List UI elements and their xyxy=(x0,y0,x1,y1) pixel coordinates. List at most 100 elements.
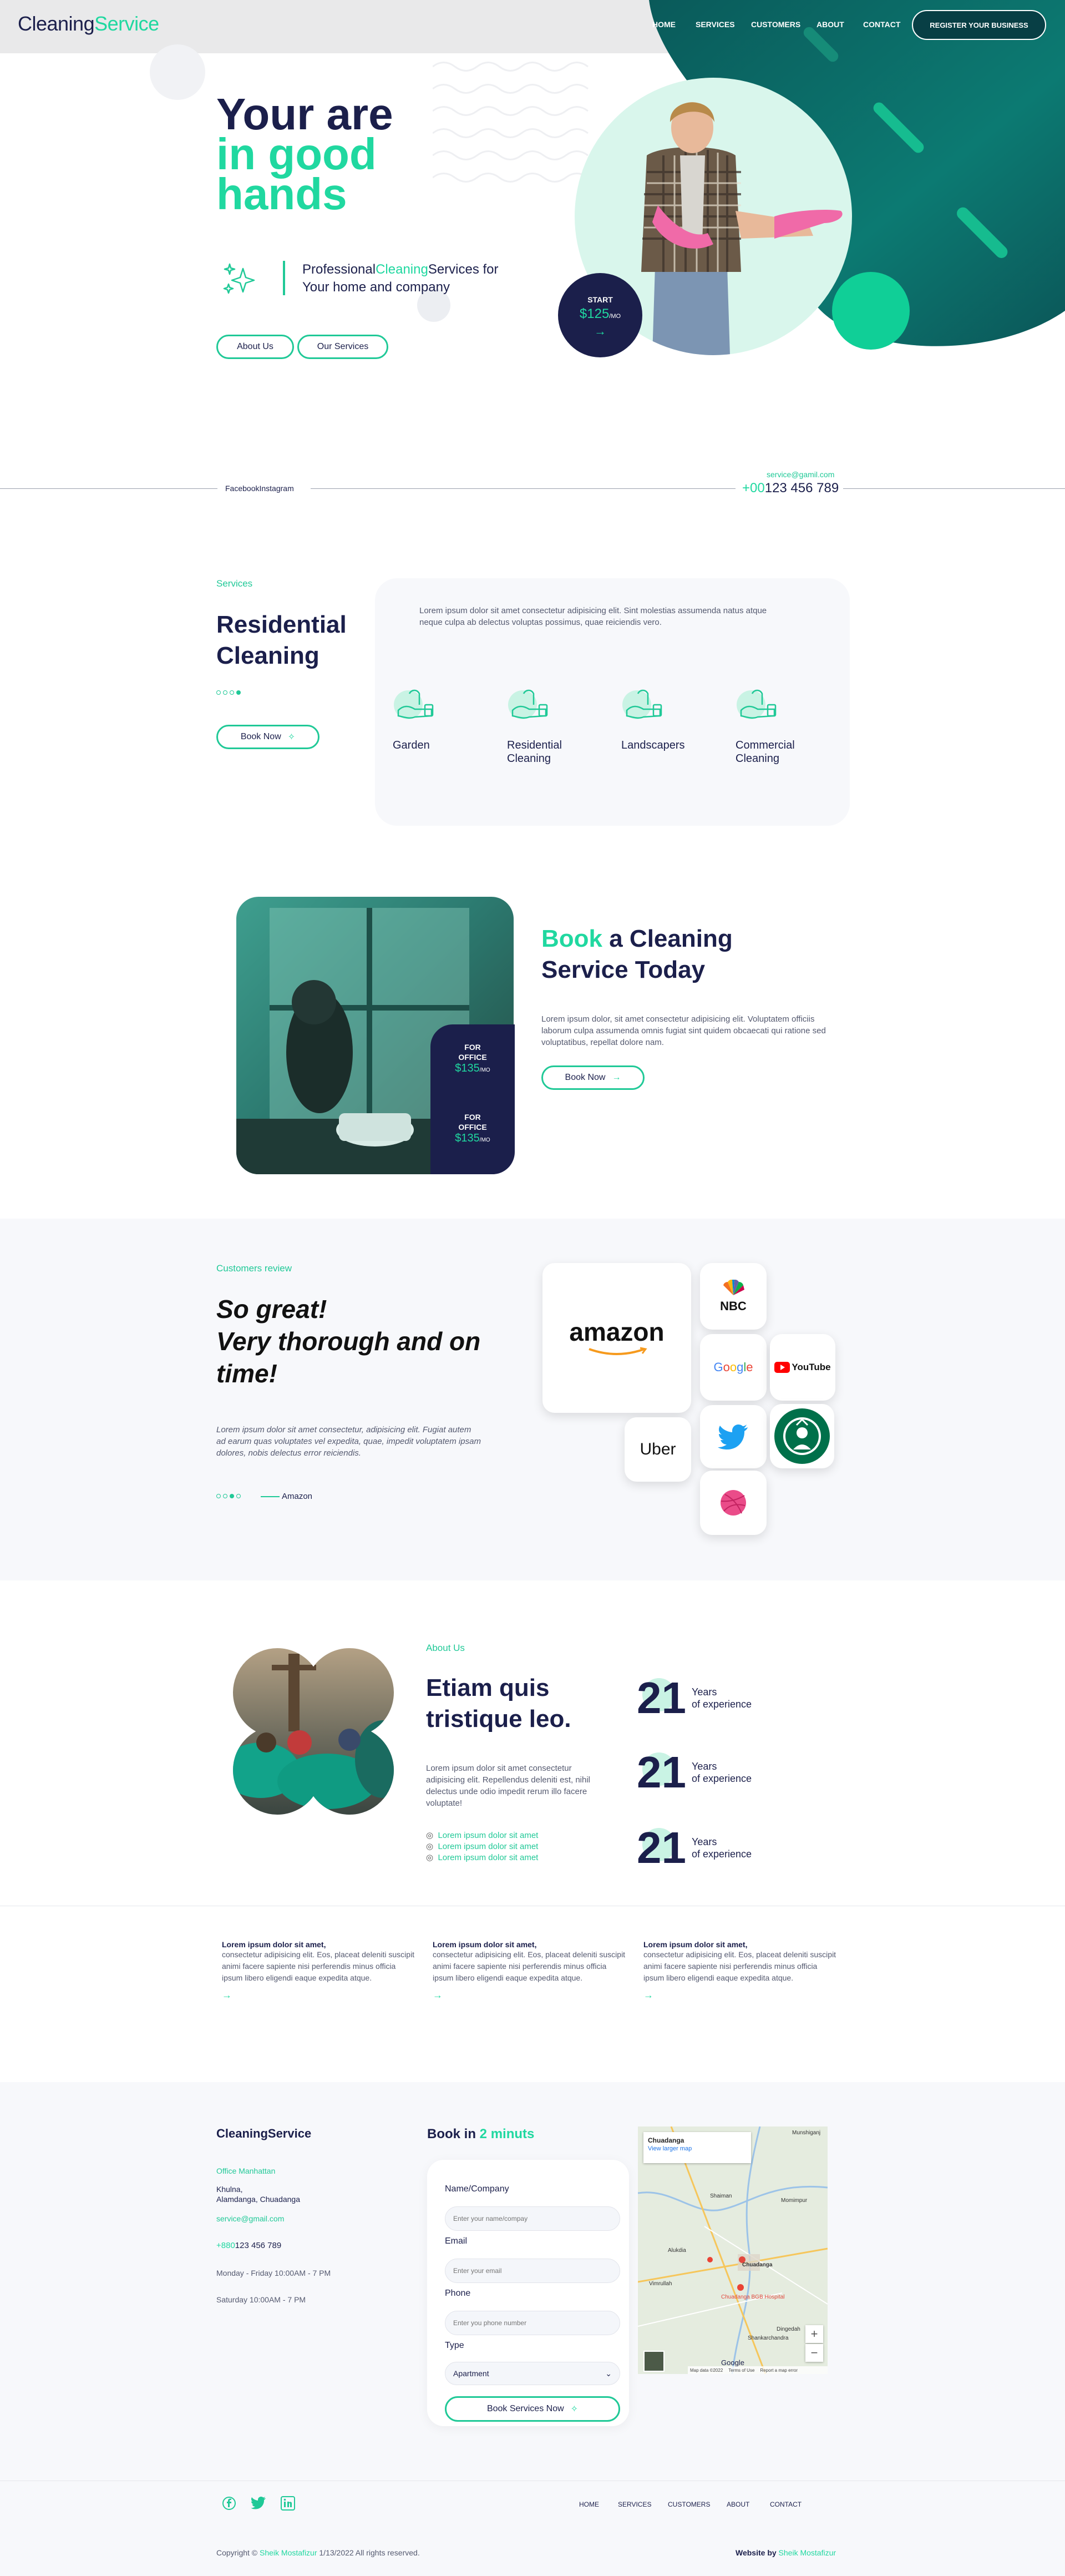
register-business-button[interactable]: REGISTER YOUR BUSINESS xyxy=(912,10,1046,40)
footer-nav-about[interactable]: ABOUT xyxy=(727,2501,749,2508)
twitter-icon[interactable] xyxy=(251,2496,266,2509)
about-title-line1: Etiam quis xyxy=(426,1674,550,1701)
about-list-text: Lorem ipsum dolor sit amet xyxy=(438,1853,539,1862)
map-place: Vimrullah xyxy=(649,2281,672,2287)
amazon-logo: amazon xyxy=(569,1317,665,1346)
nav-services[interactable]: SERVICES xyxy=(696,20,735,29)
contact-phone[interactable]: +880123 456 789 xyxy=(216,2241,281,2250)
cleaning-hand-icon xyxy=(508,689,548,719)
map-thumbnail[interactable] xyxy=(643,2351,665,2372)
linkedin-icon[interactable] xyxy=(281,2496,295,2511)
office-label: Office Manhattan xyxy=(216,2166,276,2175)
booking-book-now-button[interactable]: Book Now → xyxy=(541,1065,645,1090)
map-larger-link[interactable]: View larger map xyxy=(648,2145,747,2152)
start-price: $125 xyxy=(579,306,610,321)
stat-label-2: of experience xyxy=(691,1699,752,1710)
footer-nav-home[interactable]: HOME xyxy=(579,2501,599,2508)
hero-title-line3: hands xyxy=(216,169,347,219)
sparkle-icon xyxy=(223,263,255,294)
stat-label-2: of experience xyxy=(691,1773,752,1784)
arrow-right-icon[interactable]: → xyxy=(433,1989,627,2001)
feature-card: Lorem ipsum dolor sit amet, consectetur … xyxy=(433,1940,627,2001)
map-footer-report[interactable]: Report a map error xyxy=(760,2368,798,2373)
book-services-label: Book Services Now xyxy=(486,2404,564,2413)
feature-title: Lorem ipsum dolor sit amet, xyxy=(643,1940,748,1949)
facebook-icon[interactable] xyxy=(222,2496,236,2511)
nbc-logo-card[interactable]: NBC xyxy=(700,1263,767,1330)
nav-contact[interactable]: CONTACT xyxy=(863,20,900,29)
service-item-name: Garden xyxy=(393,739,430,751)
map-footer-terms[interactable]: Terms of Use xyxy=(728,2368,754,2373)
social-email[interactable]: service@gamil.com xyxy=(767,470,834,479)
offer-price: $135 xyxy=(455,1062,480,1074)
twitter-logo-card[interactable] xyxy=(700,1405,767,1468)
contact-email[interactable]: service@gmail.com xyxy=(216,2214,284,2223)
stat-label: Years xyxy=(691,1836,717,1847)
uber-logo-card[interactable]: Uber xyxy=(625,1417,691,1482)
feature-body: consectetur adipisicing elit. Eos, place… xyxy=(222,1950,415,1982)
nav-customers[interactable]: CUSTOMERS xyxy=(751,20,800,29)
book-services-now-button[interactable]: Book Services Now ✧ xyxy=(445,2396,620,2422)
service-item-residential[interactable]: Residential Cleaning xyxy=(507,688,562,765)
our-services-button[interactable]: Our Services xyxy=(297,335,388,359)
dribbble-logo-card[interactable] xyxy=(700,1471,767,1535)
stat-number: 21 xyxy=(637,1673,686,1723)
type-select-value: Apartment xyxy=(453,2369,489,2378)
map-place: Chuadanga xyxy=(742,2262,773,2268)
google-logo-card[interactable]: Google xyxy=(700,1334,767,1401)
website-by-name[interactable]: Sheik Mostafizur xyxy=(779,2548,836,2557)
services-description: Lorem ipsum dolor sit amet consectetur a… xyxy=(419,606,767,627)
form-title: Book in 2 minuts xyxy=(427,2127,534,2142)
copyright-b: 1/13/2022 All rights reserved. xyxy=(319,2548,420,2557)
offer-card-2[interactable]: FOR OFFICE $135/MO xyxy=(430,1112,515,1145)
nav-home[interactable]: HOME xyxy=(652,20,676,29)
offer-card-1[interactable]: FOR OFFICE $135/MO xyxy=(430,1042,515,1075)
about-list-item: ◎ Lorem ipsum dolor sit amet xyxy=(426,1841,538,1852)
service-item-name-line2: Cleaning xyxy=(507,752,551,765)
footer-nav-contact[interactable]: CONTACT xyxy=(770,2501,802,2508)
hero-title: Your are in good hands xyxy=(216,92,393,219)
footer-nav-customers[interactable]: CUSTOMERS xyxy=(668,2501,710,2508)
about-list-item: ◎ Lorem ipsum dolor sit amet xyxy=(426,1830,538,1841)
contact-phone-number: 123 456 789 xyxy=(235,2241,282,2250)
map-embed[interactable]: Chuadanga View larger map Munshiganj Alu… xyxy=(638,2127,828,2374)
copyright-name[interactable]: Sheik Mostafizur xyxy=(260,2548,317,2557)
form-title-a: Book in xyxy=(427,2127,476,2141)
feature-card: Lorem ipsum dolor sit amet, consectetur … xyxy=(222,1940,416,2001)
service-item-garden[interactable]: Garden xyxy=(393,688,448,752)
brand-logo[interactable]: CleaningService xyxy=(18,12,159,36)
amazon-logo-card[interactable]: amazon xyxy=(542,1263,691,1413)
name-company-input[interactable] xyxy=(445,2206,620,2231)
starbucks-logo-card[interactable] xyxy=(770,1404,834,1468)
starbucks-logo-icon xyxy=(774,1408,830,1464)
service-item-commercial[interactable]: Commercial Cleaning xyxy=(736,688,795,765)
nbc-logo: NBC xyxy=(720,1299,747,1313)
type-select[interactable]: Apartment ⌄ xyxy=(445,2362,620,2385)
review-quote-line3: time! xyxy=(216,1359,277,1388)
social-links[interactable]: FacebookInstagram xyxy=(225,484,294,493)
map-zoom-out-button[interactable]: − xyxy=(805,2344,823,2362)
phone-input[interactable] xyxy=(445,2311,620,2335)
brand-dark: Cleaning xyxy=(18,12,95,35)
stat-item: 21 Years of experience xyxy=(637,1747,752,1798)
nav-about[interactable]: ABOUT xyxy=(816,20,844,29)
footer-nav-services[interactable]: SERVICES xyxy=(618,2501,651,2508)
map-info-box: Chuadanga View larger map xyxy=(643,2132,751,2163)
map-zoom-in-button[interactable]: + xyxy=(805,2325,823,2343)
map-footer: Map data ©2022 Terms of Use Report a map… xyxy=(688,2366,828,2374)
booking-description: Lorem ipsum dolor, sit amet consectetur … xyxy=(541,1014,826,1047)
social-phone[interactable]: +00123 456 789 xyxy=(742,481,839,496)
service-item-landscapers[interactable]: Landscapers xyxy=(621,688,685,752)
youtube-logo-card[interactable]: YouTube xyxy=(770,1334,835,1401)
arrow-right-icon[interactable]: → xyxy=(222,1989,416,2001)
email-input[interactable] xyxy=(445,2259,620,2283)
about-label: About Us xyxy=(426,1643,465,1653)
arrow-right-icon[interactable]: → xyxy=(643,1989,838,2001)
services-book-now-label: Book Now xyxy=(240,732,281,741)
about-us-button[interactable]: About Us xyxy=(216,335,294,359)
sparkle-small-icon: ✧ xyxy=(570,2405,579,2414)
about-title: Etiam quis tristique leo. xyxy=(426,1673,571,1735)
services-book-now-button[interactable]: Book Now ✧ xyxy=(216,725,320,749)
contact-phone-prefix: +880 xyxy=(216,2241,235,2250)
start-price-badge[interactable]: START $125/MO → xyxy=(558,273,642,357)
